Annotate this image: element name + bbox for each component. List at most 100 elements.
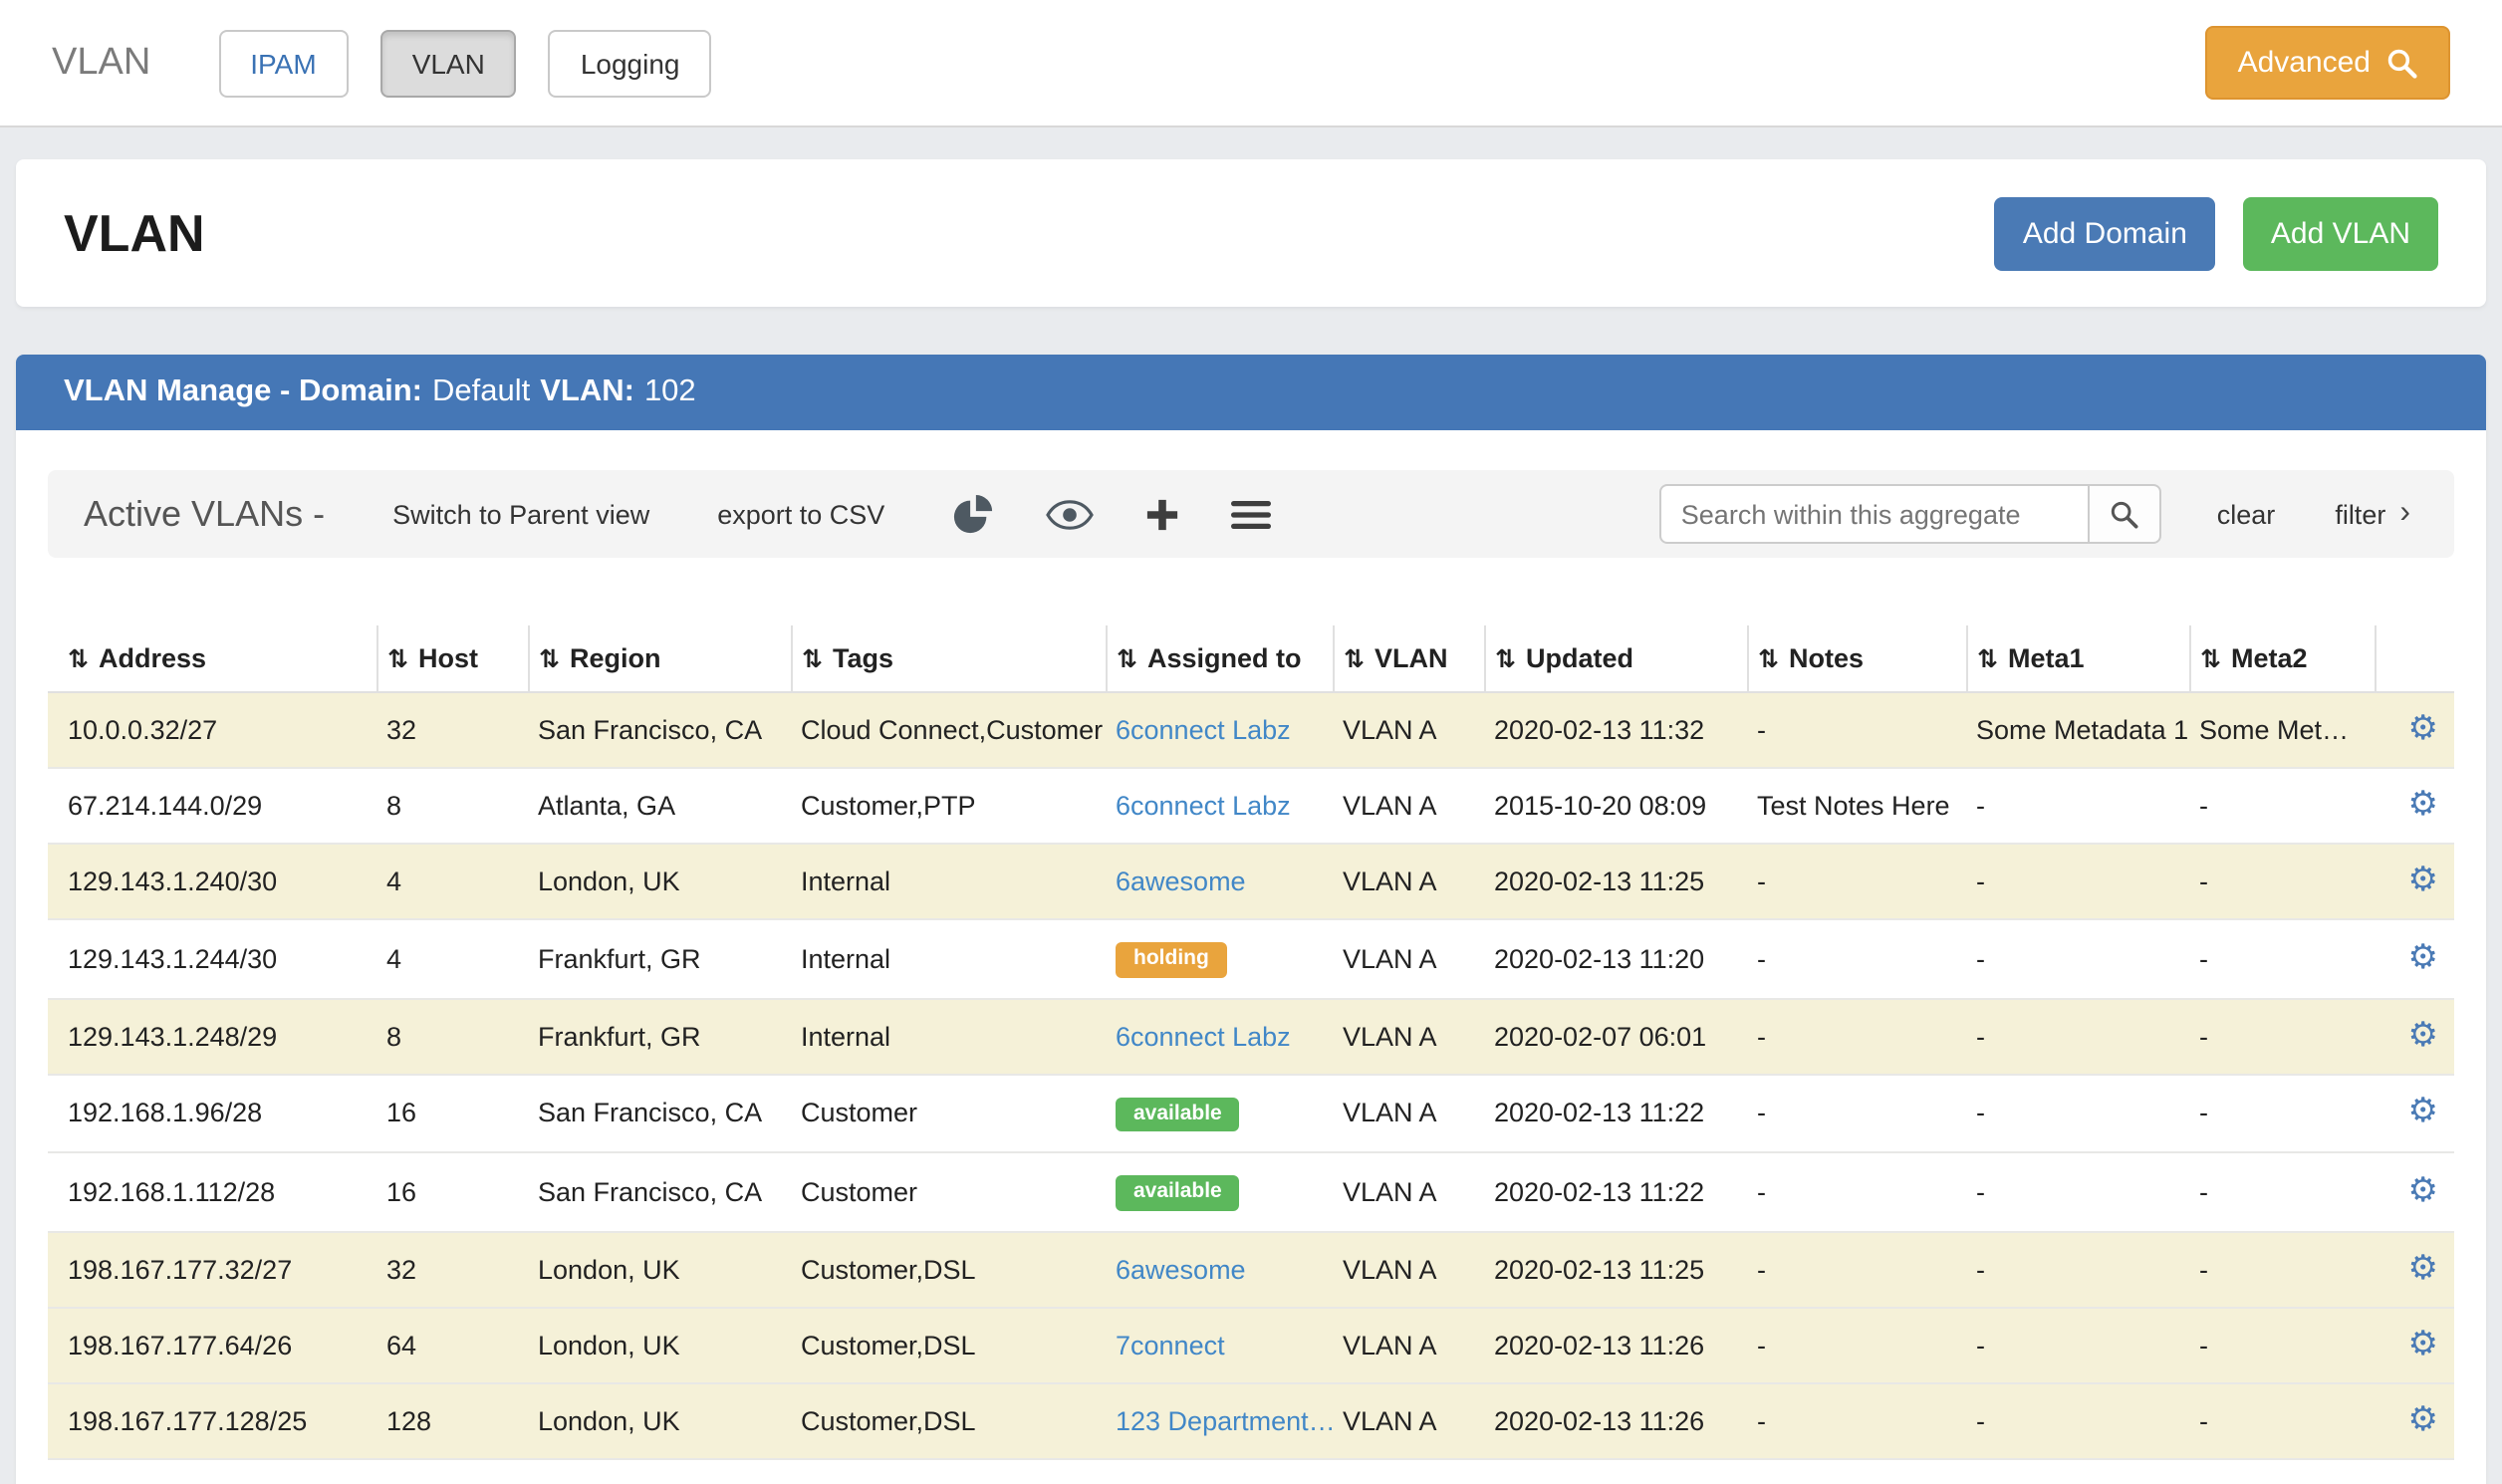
vlan-cell: VLAN A [1333,844,1484,919]
assigned-link[interactable]: 123 Department… [1116,1405,1333,1435]
table-row: 10.0.0.32/27 32 San Francisco, CA Cloud … [48,692,2454,768]
gear-icon[interactable]: ⚙ [2408,1399,2439,1439]
column-header-region[interactable]: ⇅Region [528,625,791,692]
table-row: 129.143.1.240/30 4 London, UK Internal 6… [48,844,2454,919]
plus-icon[interactable] [1145,497,1179,531]
column-header-host[interactable]: ⇅Host [376,625,528,692]
sort-icon: ⇅ [68,643,89,673]
region-cell: Frankfurt, GR [528,998,791,1074]
export-to-csv-link[interactable]: export to CSV [717,499,884,529]
address-cell: 198.167.177.128/25 [48,1382,376,1458]
notes-cell: - [1747,1074,1966,1152]
column-label: Meta1 [2008,643,2085,673]
notes-cell: - [1747,1307,1966,1382]
meta1-cell: - [1966,1152,2189,1231]
assigned-link[interactable]: 6awesome [1116,1254,1246,1284]
page-header-actions: Add Domain Add VLAN [1995,196,2438,270]
row-actions-cell: ⚙ [2375,1231,2454,1307]
notes-cell: - [1747,1231,1966,1307]
gear-icon[interactable]: ⚙ [2408,1015,2439,1055]
host-cell: 4 [376,844,528,919]
pie-chart-icon[interactable] [952,493,994,535]
gear-icon[interactable]: ⚙ [2408,709,2439,749]
row-actions-cell: ⚙ [2375,692,2454,768]
host-cell: 16 [376,1074,528,1152]
column-header-notes[interactable]: ⇅Notes [1747,625,1966,692]
advanced-search-button[interactable]: Advanced [2206,26,2450,100]
column-header-vlan[interactable]: ⇅VLAN [1333,625,1484,692]
updated-cell: 2020-02-13 11:26 [1484,1382,1747,1458]
column-header-meta1[interactable]: ⇅Meta1 [1966,625,2189,692]
column-label: Address [99,643,206,673]
updated-cell: 2020-02-07 06:01 [1484,998,1747,1074]
search-button[interactable] [2090,484,2161,544]
row-actions-cell: ⚙ [2375,998,2454,1074]
tags-cell: Customer,DSL [791,1231,1106,1307]
address-cell: 192.168.1.112/28 [48,1152,376,1231]
tab-ipam[interactable]: IPAM [218,29,348,97]
updated-cell: 2020-02-13 11:20 [1484,919,1747,998]
gear-icon[interactable]: ⚙ [2408,1324,2439,1363]
eye-icon[interactable] [1046,497,1094,531]
vlan-cell: VLAN A [1333,1152,1484,1231]
table-header-row: ⇅ Address ⇅Host⇅Region⇅Tags⇅Assigned to⇅VL… [48,625,2454,692]
notes-cell: - [1747,692,1966,768]
assigned-link[interactable]: 7connect [1116,1330,1225,1360]
column-header-tags[interactable]: ⇅Tags [791,625,1106,692]
address-cell: 198.167.177.64/26 [48,1307,376,1382]
vlan-cell: VLAN A [1333,768,1484,844]
column-header-meta2[interactable]: ⇅Meta2 [2189,625,2375,692]
row-actions-cell: ⚙ [2375,1382,2454,1458]
add-vlan-button[interactable]: Add VLAN [2243,196,2438,270]
meta2-cell: - [2189,844,2375,919]
column-header-updated[interactable]: ⇅Updated [1484,625,1747,692]
tab-vlan[interactable]: VLAN [380,29,517,97]
column-header-address[interactable]: ⇅ Address [48,625,376,692]
assigned-cell: 123 Department… [1106,1382,1333,1458]
vlan-cell: VLAN A [1333,692,1484,768]
vlan-cell: VLAN A [1333,1231,1484,1307]
column-header-assigned-to[interactable]: ⇅Assigned to [1106,625,1333,692]
region-cell: San Francisco, CA [528,1152,791,1231]
meta2-cell: - [2189,1382,2375,1458]
page-title: VLAN [64,202,205,264]
notes-cell: - [1747,998,1966,1074]
assigned-link[interactable]: 6connect Labz [1116,715,1291,745]
search-group: clear filter › [1659,484,2418,544]
gear-icon[interactable]: ⚙ [2408,1248,2439,1288]
page-header-card: VLAN Add Domain Add VLAN [16,159,2486,307]
meta1-cell: - [1966,1074,2189,1152]
gear-icon[interactable]: ⚙ [2408,938,2439,978]
assigned-cell: 7connect [1106,1307,1333,1382]
gear-icon[interactable]: ⚙ [2408,785,2439,825]
assigned-link[interactable]: 6connect Labz [1116,791,1291,821]
host-cell: 32 [376,692,528,768]
add-domain-button[interactable]: Add Domain [1995,196,2215,270]
filter-link[interactable]: filter › [2335,498,2410,530]
gear-icon[interactable]: ⚙ [2408,1093,2439,1132]
tags-cell: Cloud Connect,Customer [791,692,1106,768]
gear-icon[interactable]: ⚙ [2408,1171,2439,1211]
tags-cell: Customer [791,1074,1106,1152]
address-cell: 10.0.0.32/27 [48,692,376,768]
vlan-cell: VLAN A [1333,1074,1484,1152]
notes-cell: - [1747,919,1966,998]
panel-header-manage-label: VLAN Manage - Domain: [64,374,422,408]
assigned-link[interactable]: 6awesome [1116,866,1246,896]
search-input[interactable] [1659,484,2090,544]
meta1-cell: - [1966,1307,2189,1382]
clear-link[interactable]: clear [2217,499,2276,529]
address-cell: 129.143.1.248/29 [48,998,376,1074]
switch-to-parent-view-link[interactable]: Switch to Parent view [392,499,649,529]
meta1-cell: - [1966,768,2189,844]
tab-logging[interactable]: Logging [549,29,712,97]
column-label: Assigned to [1147,643,1302,673]
gear-icon[interactable]: ⚙ [2408,861,2439,900]
assigned-link[interactable]: 6connect Labz [1116,1021,1291,1051]
assigned-cell: available [1106,1074,1333,1152]
list-view-icon[interactable] [1231,499,1271,529]
assigned-cell: 6connect Labz [1106,998,1333,1074]
region-cell: San Francisco, CA [528,1074,791,1152]
updated-cell: 2015-10-20 08:09 [1484,768,1747,844]
vlan-cell: VLAN A [1333,919,1484,998]
